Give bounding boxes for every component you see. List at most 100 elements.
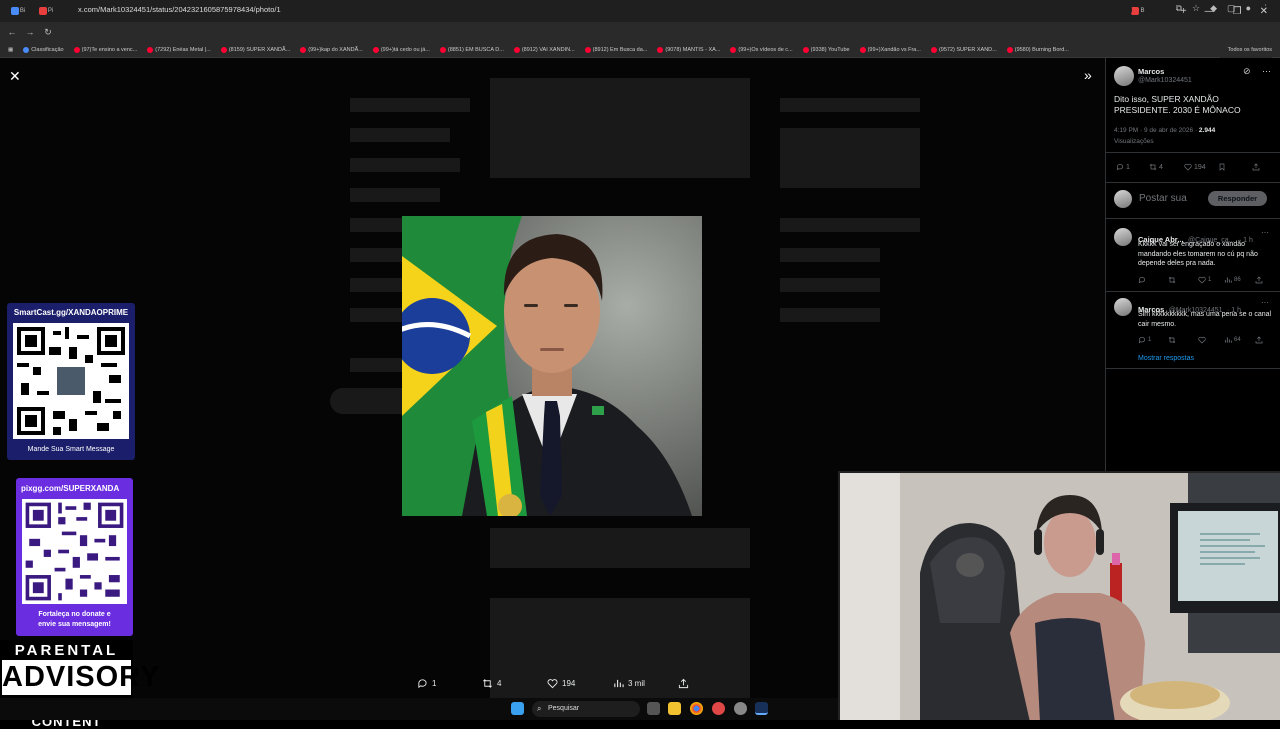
pixgg-url: pixgg.com/SUPERXANDA xyxy=(21,484,120,493)
browser-tab[interactable]: Bi xyxy=(4,3,32,19)
show-replies-link[interactable]: Mostrar respostas xyxy=(1138,355,1194,362)
reload-icon[interactable]: ↻ xyxy=(42,27,54,38)
close-viewer-icon[interactable]: ✕ xyxy=(9,68,21,85)
reply-avatar[interactable] xyxy=(1114,298,1132,316)
repost-icon xyxy=(1149,163,1157,171)
reply-icon xyxy=(418,679,427,689)
viewer-repost-count: 4 xyxy=(497,679,502,688)
bookmark-item[interactable]: (7292) Enéas Metal |... xyxy=(147,46,211,53)
post-share-button[interactable] xyxy=(1252,163,1260,171)
back-icon[interactable]: ← xyxy=(6,27,18,37)
bookmark-item[interactable]: (9078) MANTIS - XA... xyxy=(657,46,720,53)
chrome-icon[interactable] xyxy=(690,702,703,715)
bookmark-item[interactable]: (8912) VAI XANDIN... xyxy=(513,46,575,53)
reply-like-button[interactable]: 1 xyxy=(1198,276,1211,284)
browser-tab[interactable]: Pi xyxy=(32,3,60,19)
reply-reply-button[interactable]: 1 xyxy=(1138,336,1151,344)
app-icon[interactable] xyxy=(712,702,725,715)
bookmark-button[interactable] xyxy=(1218,163,1226,171)
reply-submit-button[interactable]: Responder xyxy=(1208,191,1267,206)
bookmark-item[interactable]: (8851) EM BUSCA D... xyxy=(439,46,504,53)
sidepanel-icon[interactable]: ▢ xyxy=(1227,3,1236,14)
start-icon[interactable] xyxy=(511,702,524,715)
viewer-like-count: 194 xyxy=(562,679,576,688)
reply-text: Kkkkk vai ser engraçado o xandão mandand… xyxy=(1138,241,1258,267)
viewer-share-button[interactable] xyxy=(678,678,689,689)
smartcast-url: SmartCast.gg/XANDAOPRIME xyxy=(13,308,129,317)
bookmark-item[interactable]: (9572) SUPER XAND... xyxy=(930,46,997,53)
share-icon xyxy=(1252,163,1260,171)
apps-icon[interactable]: ▦ xyxy=(8,47,13,53)
bookmark-label: (7292) Enéas Metal |... xyxy=(155,46,211,53)
post-reply-button[interactable]: 1 xyxy=(1116,163,1130,171)
youtube-icon xyxy=(439,46,446,53)
collapse-panel-icon[interactable]: » xyxy=(1084,67,1092,83)
bookmark-item[interactable]: (99+)Xandão vs Fra... xyxy=(859,46,921,53)
post-time: 4:19 PM · 9 de abr de 2026 · xyxy=(1114,127,1199,134)
reply-repost-button[interactable] xyxy=(1168,336,1178,344)
post-photo[interactable] xyxy=(402,216,702,516)
grok-icon[interactable]: ⊘ xyxy=(1243,66,1251,77)
reply-reply-button[interactable] xyxy=(1138,276,1148,284)
star-icon[interactable]: ☆ xyxy=(1192,3,1200,14)
reply-like-button[interactable] xyxy=(1198,336,1208,344)
bookmark-icon xyxy=(1219,163,1225,171)
extension-icon[interactable]: ◆ xyxy=(1210,3,1217,14)
bookmark-item[interactable]: (99+)tá cedo ou já... xyxy=(372,46,430,53)
tab-favicon-icon xyxy=(38,7,47,15)
bookmark-item[interactable]: (8912) Em Busca da... xyxy=(584,46,648,53)
install-icon[interactable]: ⧉ xyxy=(1176,3,1182,14)
reply-views-button[interactable]: 86 xyxy=(1224,276,1241,284)
viewer-views-button[interactable]: 3 mil xyxy=(613,678,645,689)
task-view-icon[interactable] xyxy=(647,702,660,715)
reply-avatar[interactable] xyxy=(1114,228,1132,246)
all-bookmarks[interactable]: Todos os favoritos xyxy=(1219,42,1272,58)
youtube-icon xyxy=(1006,46,1013,53)
smartcast-qr-code xyxy=(13,323,129,439)
viewer-repost-button[interactable]: 4 xyxy=(482,678,501,689)
viewer-reply-button[interactable]: 1 xyxy=(417,678,436,689)
more-options-icon[interactable]: ⋯ xyxy=(1261,228,1269,237)
reply-repost-button[interactable] xyxy=(1168,276,1178,284)
post-views-count: 2.944 xyxy=(1198,127,1216,134)
bookmark-item[interactable]: (99+)Os vídeos de c... xyxy=(730,46,793,53)
bookmark-item[interactable]: (97)Te ensino a venc... xyxy=(73,46,137,53)
reply-views-button[interactable]: 64 xyxy=(1224,336,1241,344)
bookmark-item[interactable]: (8159) SUPER XANDÃ... xyxy=(220,46,290,53)
post-repost-button[interactable]: 4 xyxy=(1149,163,1163,171)
post-detail-panel: Marcos @Mark10324451 ⊘ ⋯ Dito isso, SUPE… xyxy=(1105,58,1280,472)
viewer-like-button[interactable]: 194 xyxy=(547,678,575,689)
forward-icon[interactable]: → xyxy=(24,27,36,37)
reply-views-count: 64 xyxy=(1234,337,1241,343)
author-avatar[interactable] xyxy=(1114,66,1134,86)
url-bar[interactable]: x.com/Mark10324451/status/20423216058759… xyxy=(62,3,1132,17)
post-reply-count: 1 xyxy=(1126,163,1130,171)
more-options-icon[interactable]: ⋯ xyxy=(1262,66,1271,77)
menu-icon[interactable]: ⋮ xyxy=(1261,3,1270,14)
youtube-icon xyxy=(584,46,591,53)
post-like-button[interactable]: 194 xyxy=(1184,163,1206,171)
author-handle[interactable]: @Mark10324451 xyxy=(1138,77,1192,84)
bookmark-item[interactable]: (9580) Burning Bord... xyxy=(1006,46,1069,53)
bookmark-item[interactable]: (9338) YouTube xyxy=(802,46,850,53)
youtube-icon xyxy=(513,46,520,53)
reply-input[interactable]: Postar sua xyxy=(1139,193,1187,204)
post-like-count: 194 xyxy=(1194,163,1206,171)
divider xyxy=(1106,368,1280,369)
bookmark-label: (99+)kap do XANDÃ... xyxy=(308,46,363,53)
tab-label: Bi xyxy=(19,8,26,14)
reply-share-button[interactable] xyxy=(1255,276,1263,284)
bookmark-label: (8912) Em Busca da... xyxy=(592,46,648,53)
profile-avatar[interactable]: ● xyxy=(1246,3,1251,14)
taskbar-search[interactable]: ⌕ Pesquisar xyxy=(532,701,640,717)
tab-label: Pi xyxy=(47,8,54,14)
settings-icon[interactable] xyxy=(734,702,747,715)
bookmark-item[interactable]: (99+)kap do XANDÃ... xyxy=(300,46,363,53)
bookmark-item[interactable]: Classificação xyxy=(23,46,64,53)
user-avatar xyxy=(1114,190,1132,208)
file-explorer-icon[interactable] xyxy=(668,702,681,715)
reply-share-button[interactable] xyxy=(1255,336,1263,344)
author-name[interactable]: Marcos xyxy=(1138,67,1164,76)
more-options-icon[interactable]: ⋯ xyxy=(1261,298,1269,307)
steam-icon[interactable] xyxy=(755,702,768,715)
